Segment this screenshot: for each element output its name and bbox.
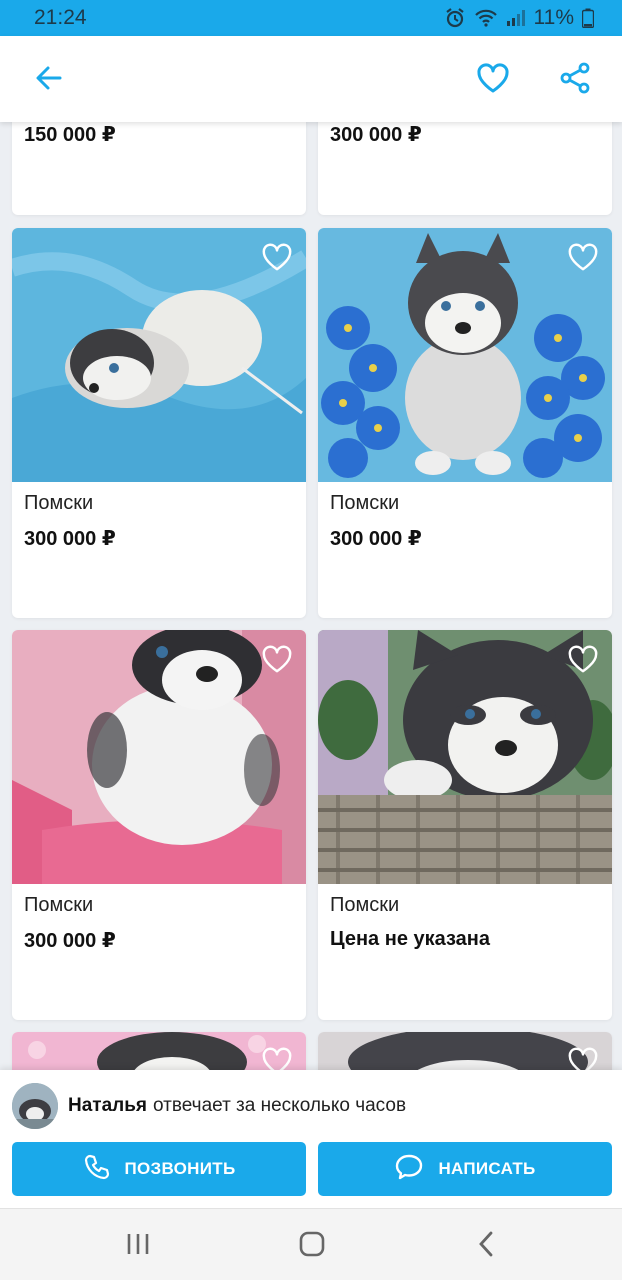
contact-panel: Наталья отвечает за несколько часов ПОЗВ… [0, 1070, 622, 1208]
favorite-button[interactable] [471, 58, 515, 102]
listing-card[interactable]: Помски 300 000 ₽ [12, 228, 306, 618]
favorite-toggle[interactable] [260, 242, 294, 276]
heart-outline-icon [476, 62, 510, 99]
share-button[interactable] [553, 58, 597, 102]
battery-text: 11% [533, 6, 574, 29]
status-time: 21:24 [34, 6, 87, 29]
seller-response-time: отвечает за несколько часов [153, 1095, 407, 1116]
app-bar [0, 36, 622, 122]
favorite-toggle[interactable] [566, 1046, 600, 1070]
seller-name: Наталья [68, 1095, 147, 1116]
heart-outline-icon [567, 1046, 599, 1070]
favorite-toggle[interactable] [566, 644, 600, 678]
listing-price: 300 000 ₽ [24, 930, 116, 952]
system-nav-bar [0, 1208, 622, 1280]
back-arrow-icon [34, 63, 64, 98]
signal-icon [506, 9, 526, 27]
alarm-icon [444, 7, 466, 29]
call-button[interactable]: ПОЗВОНИТЬ [12, 1142, 306, 1196]
heart-outline-icon [567, 644, 599, 679]
listing-title: Помски [24, 492, 94, 514]
listing-price: 300 000 ₽ [330, 124, 422, 146]
listings-grid: 150 000 ₽ 300 000 ₽ Помски 300 000 ₽ Пом… [0, 122, 622, 1070]
status-icons: 11% [444, 6, 594, 30]
favorite-toggle[interactable] [260, 644, 294, 678]
chat-bubble-icon [394, 1153, 438, 1186]
listing-card[interactable] [318, 1032, 612, 1070]
write-button-label: НАПИСАТЬ [438, 1159, 536, 1178]
phone-icon [83, 1153, 125, 1186]
home-icon [298, 1230, 326, 1263]
back-icon [476, 1230, 496, 1263]
recents-icon [125, 1232, 151, 1261]
heart-outline-icon [567, 242, 599, 277]
listing-card[interactable]: 300 000 ₽ [318, 122, 612, 215]
listing-card[interactable]: Помски Цена не указана [318, 630, 612, 1020]
favorite-toggle[interactable] [566, 242, 600, 276]
listing-price: 300 000 ₽ [24, 528, 116, 550]
back-button[interactable] [27, 58, 71, 102]
share-icon [559, 62, 591, 99]
heart-outline-icon [261, 242, 293, 277]
listing-card[interactable] [12, 1032, 306, 1070]
home-button[interactable] [287, 1227, 337, 1265]
avatar [12, 1083, 58, 1129]
listing-price: 300 000 ₽ [330, 528, 422, 550]
seller-info[interactable]: Наталья отвечает за несколько часов [12, 1082, 406, 1130]
system-back-button[interactable] [461, 1227, 511, 1265]
listing-card[interactable]: Помски 300 000 ₽ [318, 228, 612, 618]
listing-title: Помски [24, 894, 94, 916]
listing-title: Помски [330, 894, 400, 916]
status-bar: 21:24 11% [0, 0, 622, 36]
listing-card[interactable]: 150 000 ₽ [12, 122, 306, 215]
recents-button[interactable] [113, 1227, 163, 1265]
call-button-label: ПОЗВОНИТЬ [124, 1159, 236, 1178]
listing-price: Цена не указана [330, 928, 490, 950]
listing-price: 150 000 ₽ [24, 124, 116, 146]
favorite-toggle[interactable] [260, 1046, 294, 1070]
battery-icon [582, 8, 594, 28]
write-button[interactable]: НАПИСАТЬ [318, 1142, 612, 1196]
heart-outline-icon [261, 1046, 293, 1070]
heart-outline-icon [261, 644, 293, 679]
listing-card[interactable]: Помски 300 000 ₽ [12, 630, 306, 1020]
wifi-icon [474, 8, 498, 28]
listing-title: Помски [330, 492, 400, 514]
